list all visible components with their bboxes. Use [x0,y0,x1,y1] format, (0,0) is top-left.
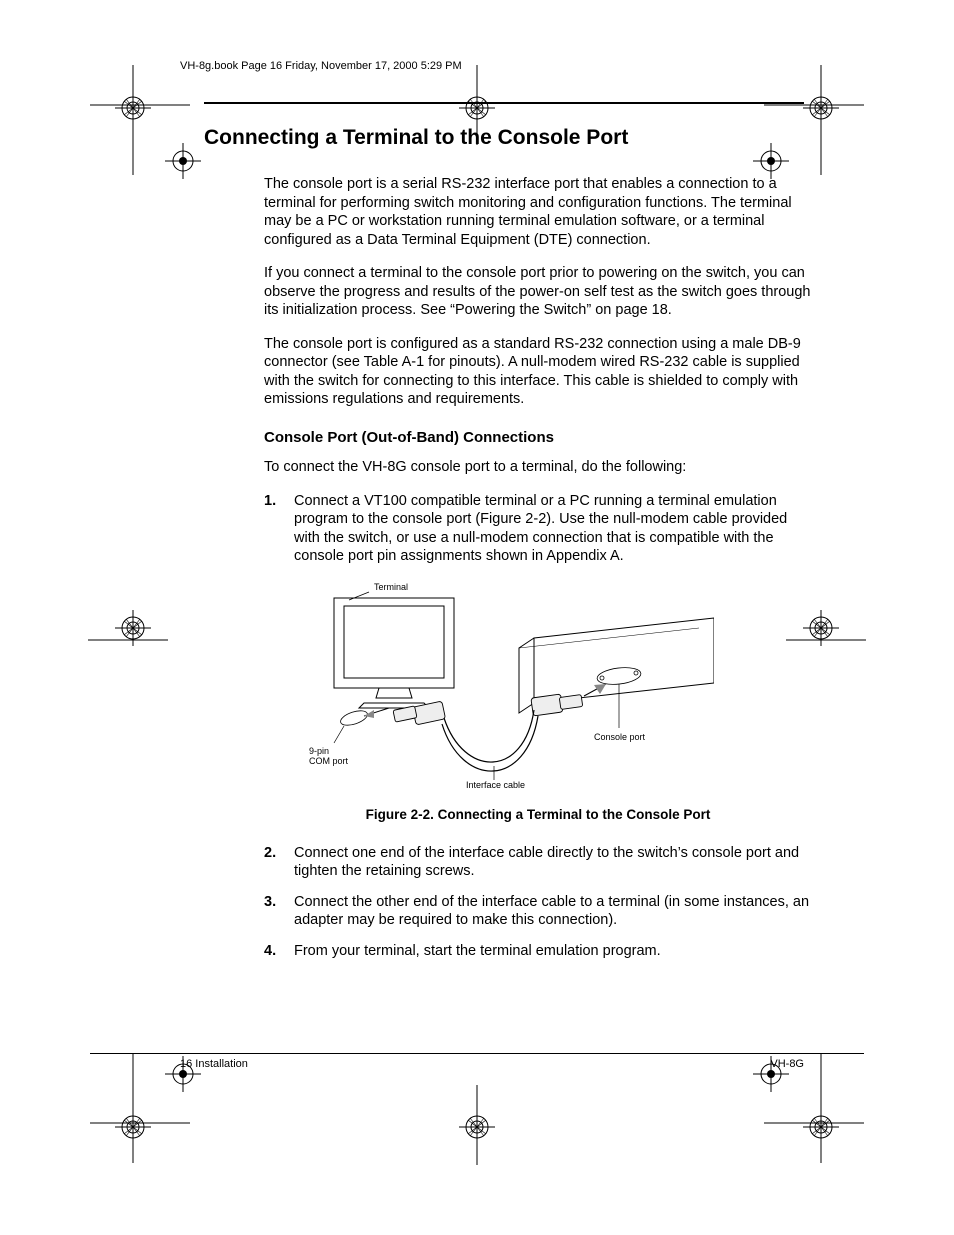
step-item: Connect a VT100 compatible terminal or a… [264,492,812,566]
top-rule [204,102,804,104]
figure-label-console-port: Console port [594,732,646,742]
figure-label-terminal: Terminal [374,582,408,592]
figure-caption: Figure 2-2. Connecting a Terminal to the… [204,807,812,822]
figure-diagram: Terminal Console port [204,578,812,793]
subsection-heading: Console Port (Out-of-Band) Connections [204,429,812,446]
running-header: VH-8g.book Page 16 Friday, November 17, … [90,60,864,72]
figure-label-com-port: 9-pinCOM port [309,746,349,766]
paragraph: The console port is a serial RS-232 inte… [204,175,812,249]
paragraph: The console port is configured as a stan… [204,335,812,409]
step-item: From your terminal, start the terminal e… [264,942,812,961]
paragraph: If you connect a terminal to the console… [204,264,812,320]
footer-right: VH-8G [770,1058,804,1070]
section-heading: Connecting a Terminal to the Console Por… [204,126,812,150]
step-item: Connect one end of the interface cable d… [264,844,812,881]
footer-left: 16 Installation [180,1058,248,1070]
paragraph: To connect the VH-8G console port to a t… [204,458,812,477]
figure-label-interface-cable: Interface cable [466,780,525,788]
step-item: Connect the other end of the interface c… [264,893,812,930]
